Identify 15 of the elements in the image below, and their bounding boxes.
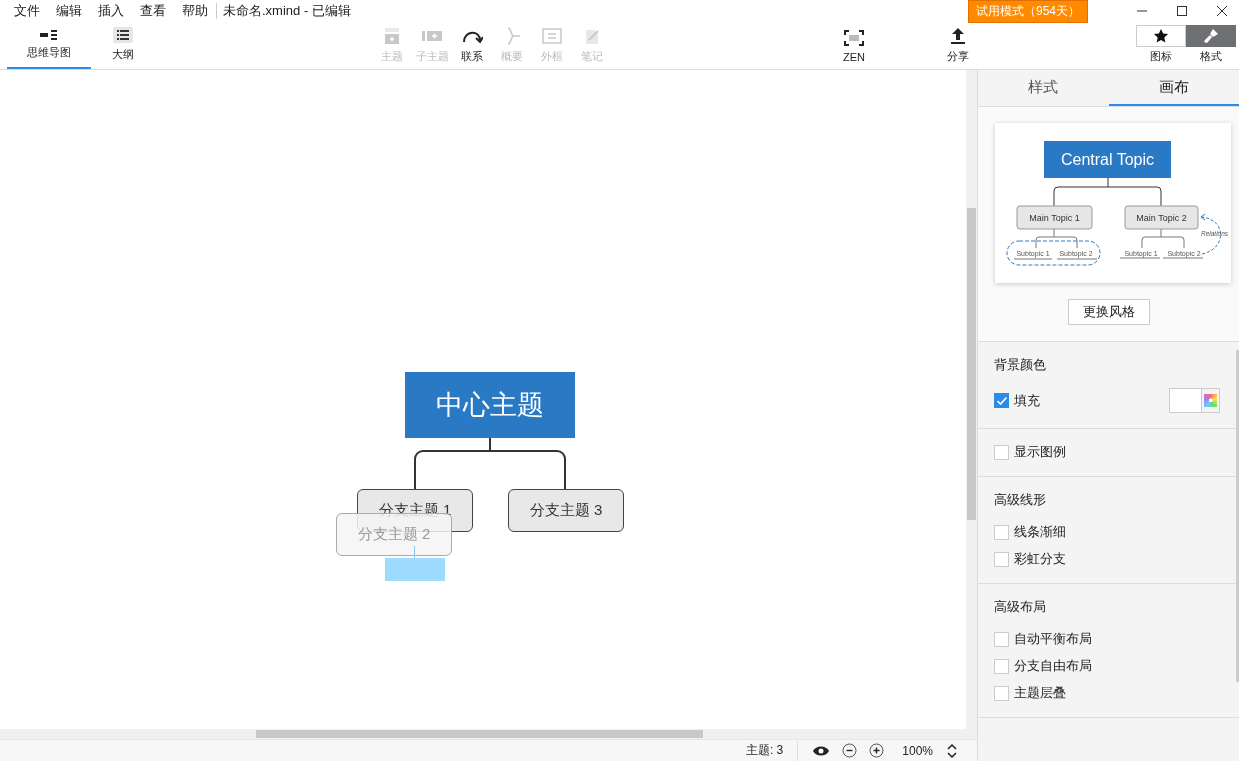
topic-label: Main Topic 2 [1135,213,1187,223]
option-label: 显示图例 [1014,443,1066,461]
section-title: 高级线形 [994,491,1047,509]
option-label: 彩虹分支 [1014,550,1066,568]
option-label: 线条渐细 [1014,523,1066,541]
option-label: 填充 [1014,391,1040,410]
topic-label: Main Topic 1 [1028,213,1080,223]
section-title: 背景颜色 [994,356,1047,374]
option-label: 分支自由布局 [1014,657,1092,675]
topic-label: Central Topic [1060,151,1154,168]
document-title: 未命名.xmind - 已编辑 [223,2,351,20]
topic-count: 主题: 3 [745,742,784,759]
section-title: 高级布局 [994,598,1047,616]
option-label: 自动平衡布局 [1014,630,1092,648]
option-label: 主题层叠 [1014,684,1066,702]
